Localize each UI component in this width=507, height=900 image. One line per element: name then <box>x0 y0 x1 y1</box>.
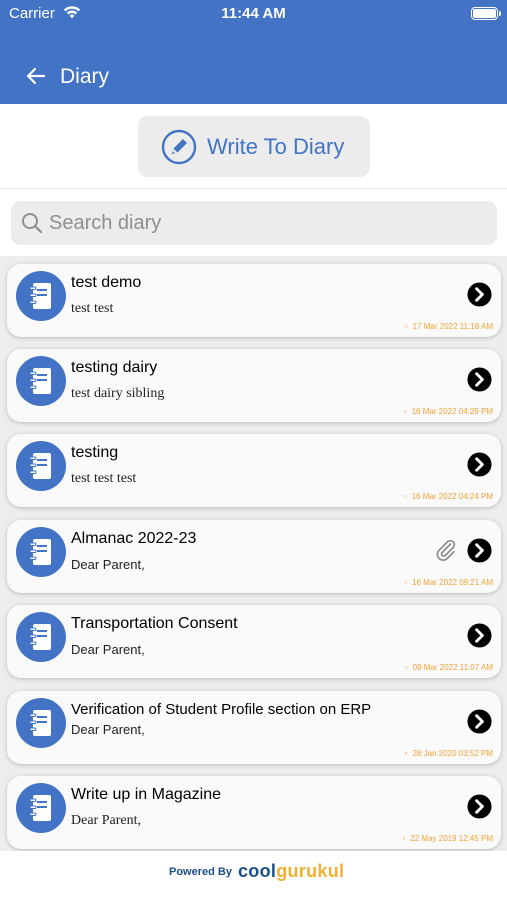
entry-date: ▫ 16 Mar 2022 04:29 PM <box>403 407 493 416</box>
chevron-right-icon[interactable] <box>467 623 492 648</box>
back-arrow-icon[interactable] <box>24 64 48 88</box>
search-icon <box>22 213 43 234</box>
chevron-right-icon[interactable] <box>467 709 492 734</box>
calendar-icon: ▫ <box>403 407 407 416</box>
entry-subtitle: test test test <box>71 471 137 486</box>
entry-title: test demo <box>71 274 142 291</box>
chevron-right-icon[interactable] <box>467 794 492 819</box>
notebook-avatar <box>16 527 66 577</box>
diary-entry[interactable]: Almanac 2022-23 Dear Parent, ▫ 16 Mar 202… <box>7 520 501 593</box>
entry-date: ▫ 28 Jan 2020 03:52 PM <box>404 749 493 758</box>
entry-title: Transportation Consent <box>71 615 238 632</box>
notebook-avatar <box>16 441 66 491</box>
chevron-right-icon[interactable] <box>467 367 492 392</box>
write-area: Write To Diary <box>0 104 507 189</box>
diary-entry[interactable]: Verification of Student Profile section … <box>7 691 501 764</box>
calendar-icon: ▫ <box>404 749 408 758</box>
chevron-right-icon[interactable] <box>467 282 492 307</box>
entry-title: testing dairy <box>71 359 158 376</box>
calendar-icon: ▫ <box>404 322 408 331</box>
notebook-icon <box>29 539 51 565</box>
notebook-icon <box>29 624 51 650</box>
notebook-icon <box>29 453 51 479</box>
notebook-icon <box>29 795 51 821</box>
notebook-avatar <box>16 356 66 406</box>
write-to-diary-label: Write To Diary <box>207 133 345 159</box>
page-title: Diary <box>60 65 110 88</box>
diary-entry[interactable]: testing dairy test dairy sibling ▫ 16 Mar… <box>7 349 501 422</box>
entry-date: ▫ 16 Mar 2022 09:21 AM <box>404 578 493 587</box>
chevron-right-icon[interactable] <box>467 538 492 563</box>
status-bar: Carrier 11:44 AM <box>0 0 507 30</box>
diary-entry[interactable]: Write up in Magazine Dear Parent, ▫ 22 Ma… <box>7 776 501 849</box>
entry-date: ▫ 17 Mar 2022 11:18 AM <box>404 322 493 331</box>
notebook-icon <box>29 368 51 394</box>
entry-title: Write up in Magazine <box>71 786 221 803</box>
pencil-circle-icon <box>161 129 197 164</box>
search-input[interactable] <box>49 211 469 235</box>
write-to-diary-button[interactable]: Write To Diary <box>138 116 370 177</box>
search-bar[interactable] <box>11 201 497 245</box>
entry-subtitle: Dear Parent, <box>71 557 145 572</box>
notebook-icon <box>29 710 51 736</box>
brand-logo: coolgurukul <box>238 861 345 881</box>
calendar-icon: ▫ <box>404 578 408 587</box>
footer: Powered By coolgurukul <box>0 851 507 900</box>
notebook-avatar <box>16 783 66 833</box>
notebook-icon <box>29 283 51 309</box>
notebook-avatar <box>16 271 66 321</box>
powered-by-label: Powered By <box>169 866 232 878</box>
app-header: Carrier 11:44 AM Diary <box>0 0 507 104</box>
entry-title: Almanac 2022-23 <box>71 530 197 547</box>
entry-title: Verification of Student Profile section … <box>71 701 372 718</box>
chevron-right-icon[interactable] <box>467 452 492 477</box>
notebook-avatar <box>16 612 66 662</box>
entry-subtitle: Dear Parent, <box>71 642 145 657</box>
entry-subtitle: Dear Parent, <box>71 722 145 737</box>
calendar-icon: ▫ <box>403 492 407 501</box>
entry-subtitle: test test <box>71 301 114 316</box>
battery-icon <box>471 7 501 20</box>
diary-list[interactable]: test demo test test ▫ 17 Mar 2022 11:18 A… <box>0 256 507 851</box>
entry-date: ▫ 16 Mar 2022 04:24 PM <box>403 492 493 501</box>
entry-date: ▫ 22 May 2019 12:45 PM <box>402 834 493 843</box>
entry-subtitle: Dear Parent, <box>71 813 141 828</box>
notebook-avatar <box>16 698 66 748</box>
entry-date: ▫ 09 Mar 2022 11:07 AM <box>404 663 493 672</box>
entry-subtitle: test dairy sibling <box>71 386 165 401</box>
calendar-icon: ▫ <box>404 663 408 672</box>
calendar-icon: ▫ <box>402 834 406 843</box>
paperclip-icon <box>436 539 456 561</box>
status-time: 11:44 AM <box>221 5 286 22</box>
diary-entry[interactable]: testing test test test ▫ 16 Mar 2022 04:2… <box>7 434 501 507</box>
entry-title: testing <box>71 444 119 461</box>
diary-entry[interactable]: Transportation Consent Dear Parent, ▫ 09 … <box>7 605 501 678</box>
diary-entry[interactable]: test demo test test ▫ 17 Mar 2022 11:18 A… <box>7 264 501 337</box>
